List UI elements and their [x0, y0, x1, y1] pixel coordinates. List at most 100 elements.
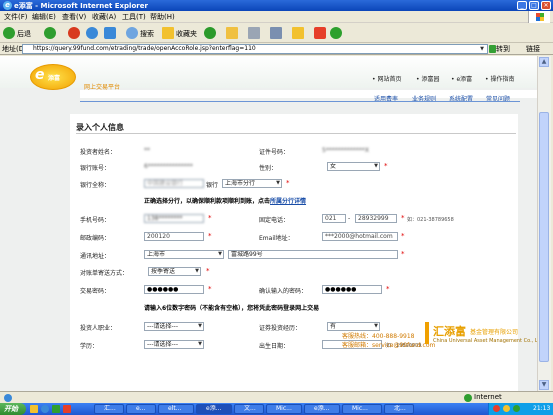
nav-tianfu-garden[interactable]: • 添富园 — [416, 74, 439, 83]
logo-text: 添富 — [48, 75, 61, 82]
menu-help[interactable]: 帮助(H) — [150, 12, 175, 22]
minimize-button[interactable]: _ — [517, 1, 527, 10]
mobile-input[interactable]: 138******** — [144, 214, 204, 223]
scroll-down-icon[interactable]: ▼ — [539, 380, 549, 390]
quicklaunch-icon[interactable] — [30, 405, 38, 413]
site-header — [0, 56, 537, 88]
search-icon[interactable] — [126, 27, 138, 39]
postcode-input[interactable]: 200120 — [144, 232, 204, 241]
favorites-icon[interactable] — [162, 27, 174, 39]
scroll-up-icon[interactable]: ▲ — [539, 57, 549, 67]
phone-number-input[interactable]: 28932999 — [355, 214, 397, 223]
scroll-thumb[interactable] — [539, 112, 549, 362]
password-required: * — [208, 285, 212, 293]
nav-home[interactable]: • 网站首页 — [372, 74, 401, 83]
security-zone: Internet — [474, 393, 502, 401]
task-item-4[interactable]: e添... — [196, 404, 232, 414]
password-input[interactable]: ●●●●●● — [144, 285, 204, 294]
address-bar: 地址(D) https://query.99fund.com/etrading/… — [0, 43, 553, 55]
home-icon[interactable] — [104, 27, 116, 39]
menu-tools[interactable]: 工具(T) — [122, 12, 146, 22]
url-dropdown-icon[interactable]: ▼ — [478, 46, 486, 53]
quicklaunch-desktop-icon[interactable] — [52, 405, 60, 413]
menu-edit[interactable]: 编辑(E) — [32, 12, 56, 22]
email-label: Email地址： — [259, 235, 294, 242]
folder-icon[interactable] — [292, 27, 304, 39]
refresh-icon[interactable] — [86, 27, 98, 39]
print-icon[interactable] — [248, 27, 260, 39]
favorites-button[interactable]: 收藏夹 — [176, 29, 197, 39]
task-item-2[interactable]: e... — [126, 404, 156, 414]
phone-example: 如：021-38789658 — [407, 217, 454, 223]
phone-dash: - — [348, 215, 351, 222]
occupation-select[interactable]: ---请选择--- — [144, 322, 204, 331]
sub-nav-divider — [80, 101, 520, 102]
nav-etianfu[interactable]: • e添富 — [451, 74, 472, 83]
url-input[interactable]: https://query.99fund.com/etrading/trade/… — [22, 44, 488, 54]
forward-icon[interactable] — [44, 27, 56, 39]
history-icon[interactable] — [204, 27, 216, 39]
address-city-select[interactable]: 上海市 — [144, 250, 224, 259]
branch-hint: 正确选择分行，以确保顺利款项顺利到账，点击所属分行详情 — [144, 198, 307, 205]
footer-brand-en: China Universal Asset Management Co., Lt… — [433, 338, 545, 344]
task-item-9[interactable]: 北... — [384, 404, 414, 414]
mail-icon[interactable] — [226, 27, 238, 39]
education-select[interactable]: ---请选择--- — [144, 340, 204, 349]
stop-icon[interactable] — [68, 27, 80, 39]
confirm-password-input[interactable]: ●●●●●● — [322, 285, 382, 294]
back-button[interactable]: 后退 — [17, 29, 31, 39]
email-input[interactable]: ***2000@hotmail.com — [322, 232, 398, 241]
messenger-icon[interactable] — [314, 27, 326, 39]
statement-required: * — [206, 267, 210, 275]
people-icon[interactable] — [330, 27, 342, 39]
close-button[interactable]: ✕ — [541, 1, 551, 10]
go-button[interactable]: 转到 — [496, 44, 510, 54]
task-item-7[interactable]: e添... — [304, 404, 340, 414]
footer-email[interactable]: 客服邮箱：service@99fund.com — [342, 340, 435, 349]
bank-name-input[interactable]: 中国建设银行 — [144, 179, 204, 188]
phone-area-input[interactable]: 021 — [322, 214, 346, 223]
internet-zone-icon — [464, 394, 472, 402]
quicklaunch-app-icon[interactable] — [63, 405, 71, 413]
tray-network-icon[interactable] — [513, 405, 520, 412]
links-button[interactable]: 链接 — [526, 44, 540, 54]
investment-experience-select[interactable]: 有 — [327, 322, 380, 331]
statement-method-select[interactable]: 按季寄送 — [148, 267, 201, 276]
email-required: * — [401, 232, 405, 240]
bank-name-label: 银行全称： — [80, 182, 111, 189]
bank-account-value: 6*************** — [144, 163, 193, 170]
bank-account-label: 银行账号： — [80, 165, 111, 172]
password-hint: 请输入6位数字密码（不能含有空格），您将凭此密码登录网上交易 — [144, 305, 320, 312]
start-button[interactable]: 开始 — [0, 403, 26, 415]
address-detail-input[interactable]: 富城路99号 — [228, 250, 398, 259]
tray-app-icon[interactable] — [493, 405, 500, 412]
logo-e-mark: e — [35, 67, 45, 83]
search-button[interactable]: 搜索 — [140, 29, 154, 39]
task-item-5[interactable]: 文... — [234, 404, 264, 414]
task-item-8[interactable]: Mic... — [342, 404, 382, 414]
statement-method-label: 对账单寄送方式： — [80, 270, 129, 277]
menu-view[interactable]: 查看(V) — [62, 12, 86, 22]
nav-guide[interactable]: • 操作指南 — [485, 74, 514, 83]
quicklaunch-ie-icon[interactable] — [41, 405, 49, 413]
go-icon[interactable] — [489, 45, 496, 53]
mobile-label: 手机号码： — [80, 217, 111, 224]
tray-volume-icon[interactable] — [503, 405, 510, 412]
status-bar: Internet — [0, 391, 553, 403]
footer-hotline: 客服热线：400-888-9918 — [342, 333, 415, 340]
edit-icon[interactable] — [270, 27, 282, 39]
maximize-button[interactable]: □ — [529, 1, 539, 10]
task-item-6[interactable]: Mic... — [266, 404, 302, 414]
back-icon[interactable] — [3, 27, 15, 39]
clock: 21:13 — [533, 405, 551, 412]
menu-file[interactable]: 文件(F) — [4, 12, 28, 22]
task-item-3[interactable]: elt... — [158, 404, 194, 414]
bank-branch-separator: 银行 — [206, 182, 219, 189]
task-item-1[interactable]: 汇... — [94, 404, 124, 414]
branch-details-link[interactable]: 所属分行详情 — [270, 198, 306, 205]
gender-select[interactable]: 女 — [327, 162, 380, 171]
gender-required: * — [384, 162, 388, 170]
bank-branch-select[interactable]: 上海市分行 — [222, 179, 282, 188]
investor-name-label: 投资者姓名： — [80, 149, 117, 156]
menu-favorites[interactable]: 收藏(A) — [92, 12, 116, 22]
